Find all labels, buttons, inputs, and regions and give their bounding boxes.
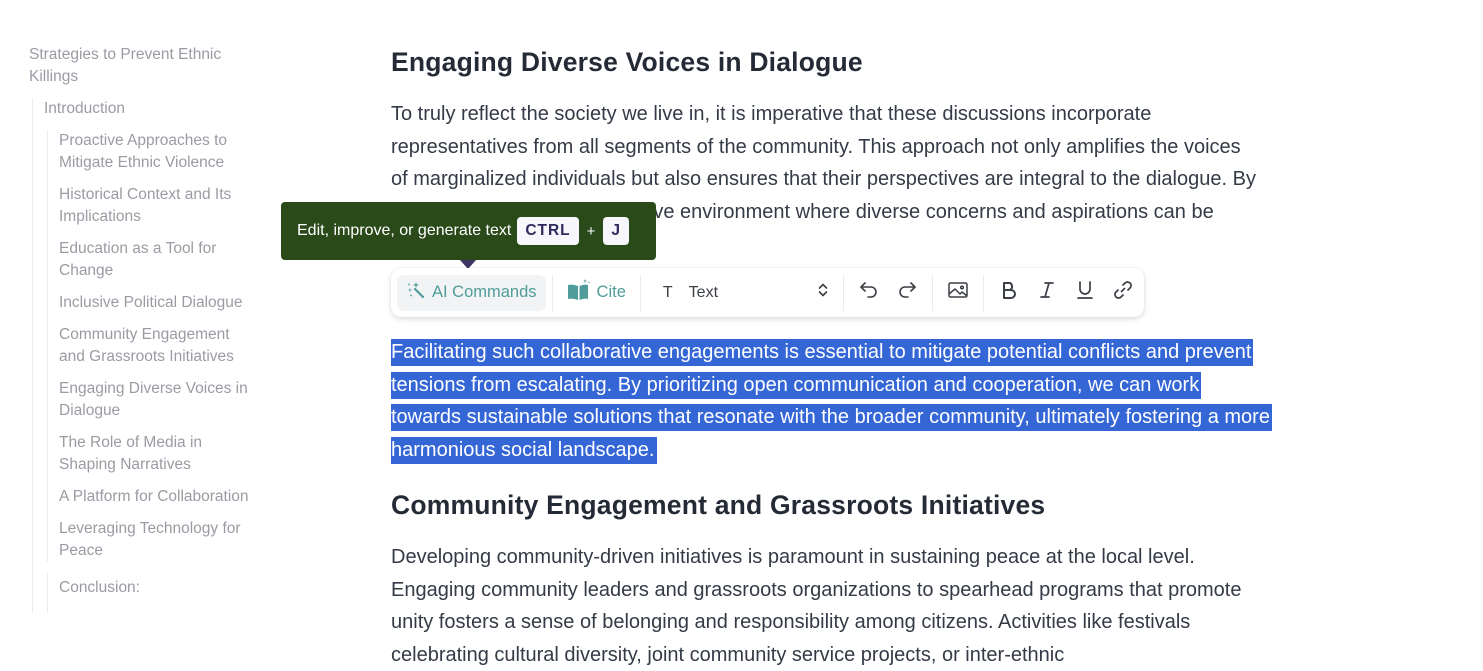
book-sparkle-icon — [567, 279, 597, 306]
outline-item-root[interactable]: Strategies to Prevent Ethnic Killings — [29, 44, 249, 88]
cite-label: Cite — [596, 283, 626, 301]
outline-level-2-conclusion: Conclusion: — [47, 573, 249, 613]
shortcut-key-ctrl: CTRL — [517, 217, 579, 245]
section-heading: Community Engagement and Grassroots Init… — [391, 490, 1046, 520]
shortcut-plus: + — [586, 222, 596, 240]
outline-item[interactable]: Community Engagement and Grassroots Init… — [59, 324, 249, 368]
outline-item[interactable]: Education as a Tool for Change — [59, 238, 249, 282]
toolbar-divider — [842, 274, 844, 311]
toolbar-divider — [931, 274, 933, 311]
cite-button[interactable]: Cite — [559, 275, 634, 311]
outline-item[interactable]: A Platform for Collaboration — [59, 486, 249, 508]
chevron-up-down-icon — [817, 281, 829, 304]
magic-wand-icon — [406, 280, 432, 305]
paragraph[interactable]: Developing community-driven initiatives … — [391, 541, 1271, 671]
link-button[interactable] — [1104, 275, 1142, 311]
text-selection[interactable]: Facilitating such collaborative engageme… — [391, 339, 1272, 464]
image-icon — [947, 279, 969, 306]
shortcut-key-j: J — [603, 217, 630, 245]
document-outline: Strategies to Prevent Ethnic Killings In… — [29, 44, 249, 613]
selected-paragraph[interactable]: Facilitating such collaborative engageme… — [391, 336, 1272, 466]
text-type-icon: T — [662, 283, 673, 301]
undo-icon — [858, 279, 880, 306]
redo-icon — [896, 279, 918, 306]
outline-level-1: Introduction Proactive Approaches to Mit… — [32, 98, 249, 613]
redo-button[interactable] — [888, 275, 926, 311]
underline-icon — [1074, 279, 1096, 306]
formatting-toolbar: AI Commands Cite T Text — [391, 268, 1144, 317]
outline-item[interactable]: Proactive Approaches to Mitigate Ethnic … — [59, 130, 249, 174]
bold-icon — [998, 279, 1020, 306]
toolbar-divider — [982, 274, 984, 311]
undo-button[interactable] — [850, 275, 888, 311]
ai-commands-tooltip: Edit, improve, or generate text CTRL + J — [281, 202, 656, 269]
toolbar-divider — [639, 274, 641, 311]
bold-button[interactable] — [990, 275, 1028, 311]
link-icon — [1112, 279, 1134, 306]
italic-button[interactable] — [1028, 275, 1066, 311]
outline-level-2: Proactive Approaches to Mitigate Ethnic … — [47, 130, 249, 562]
toolbar-divider — [551, 274, 553, 311]
tooltip-text: Edit, improve, or generate text — [297, 222, 512, 239]
outline-item-conclusion[interactable]: Conclusion: — [59, 573, 249, 599]
section-heading: Engaging Diverse Voices in Dialogue — [391, 47, 863, 77]
text-style-select[interactable]: T Text — [647, 275, 837, 311]
insert-image-button[interactable] — [939, 275, 977, 311]
outline-item-introduction[interactable]: Introduction — [44, 98, 249, 120]
outline-item[interactable]: Engaging Diverse Voices in Dialogue — [59, 378, 249, 422]
outline-item[interactable]: Historical Context and Its Implications — [59, 184, 249, 228]
outline-item[interactable]: Inclusive Political Dialogue — [59, 292, 249, 314]
text-style-value: Text — [688, 283, 719, 301]
ai-commands-button[interactable]: AI Commands — [397, 274, 546, 311]
ai-commands-label: AI Commands — [432, 283, 537, 301]
italic-icon — [1036, 279, 1058, 306]
underline-button[interactable] — [1066, 275, 1104, 311]
outline-item[interactable]: The Role of Media in Shaping Narratives — [59, 432, 249, 476]
outline-item[interactable]: Leveraging Technology for Peace — [59, 518, 249, 562]
